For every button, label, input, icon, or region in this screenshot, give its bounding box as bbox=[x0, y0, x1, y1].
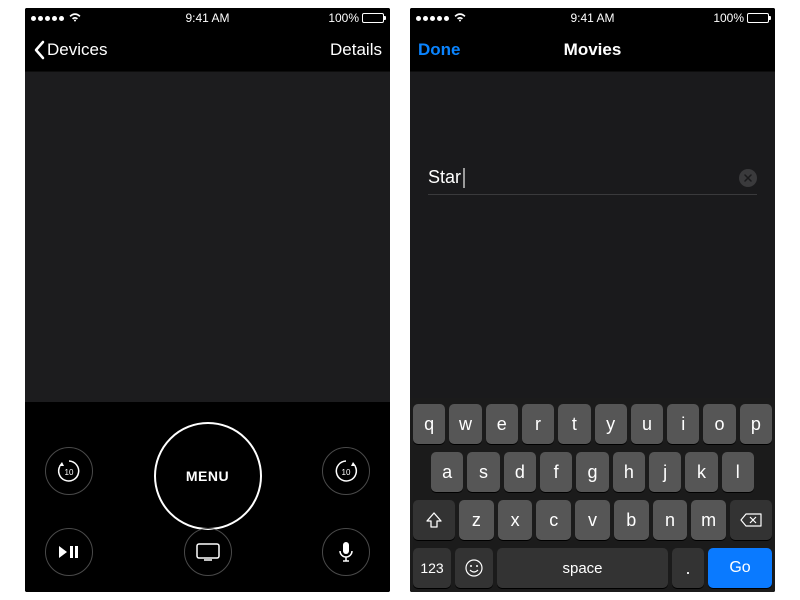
skip-back-icon: 10 bbox=[54, 456, 84, 486]
key-t[interactable]: t bbox=[558, 404, 590, 444]
key-u[interactable]: u bbox=[631, 404, 663, 444]
back-button[interactable]: Devices bbox=[33, 40, 107, 60]
battery-icon bbox=[747, 13, 769, 23]
key-l[interactable]: l bbox=[722, 452, 754, 492]
skip-forward-icon: 10 bbox=[331, 456, 361, 486]
numbers-key[interactable]: 123 bbox=[413, 548, 451, 588]
key-p[interactable]: p bbox=[740, 404, 772, 444]
battery-percent: 100% bbox=[713, 11, 744, 25]
emoji-key[interactable] bbox=[455, 548, 493, 588]
key-a[interactable]: a bbox=[431, 452, 463, 492]
menu-button[interactable]: MENU bbox=[154, 422, 262, 530]
key-z[interactable]: z bbox=[459, 500, 494, 540]
x-icon bbox=[744, 174, 752, 182]
play-pause-button[interactable] bbox=[45, 528, 93, 576]
key-n[interactable]: n bbox=[653, 500, 688, 540]
battery-percent: 100% bbox=[328, 11, 359, 25]
search-body: Star qwertyuiop asdfghjkl zxcvbnm 123 bbox=[410, 72, 775, 592]
signal-dots-icon bbox=[31, 16, 64, 21]
key-x[interactable]: x bbox=[498, 500, 533, 540]
svg-text:10: 10 bbox=[65, 468, 74, 477]
key-c[interactable]: c bbox=[536, 500, 571, 540]
play-pause-icon bbox=[58, 545, 80, 559]
keyboard: qwertyuiop asdfghjkl zxcvbnm 123 space .… bbox=[410, 398, 775, 592]
skip-back-10-button[interactable]: 10 bbox=[45, 447, 93, 495]
key-e[interactable]: e bbox=[486, 404, 518, 444]
key-r[interactable]: r bbox=[522, 404, 554, 444]
status-time: 9:41 AM bbox=[534, 11, 652, 25]
nav-title: Movies bbox=[534, 40, 650, 60]
key-w[interactable]: w bbox=[449, 404, 481, 444]
tv-icon bbox=[196, 543, 220, 561]
svg-text:10: 10 bbox=[342, 468, 351, 477]
signal-dots-icon bbox=[416, 16, 449, 21]
backspace-icon bbox=[740, 513, 762, 527]
remote-touch-surface[interactable] bbox=[25, 72, 390, 402]
nav-bar: Devices Details bbox=[25, 28, 390, 72]
go-key[interactable]: Go bbox=[708, 548, 772, 588]
phone-search-screen: 9:41 AM 100% Done Movies Star qwertyuiop… bbox=[410, 8, 775, 592]
search-value: Star bbox=[428, 167, 461, 188]
wifi-icon bbox=[453, 11, 467, 25]
done-button[interactable]: Done bbox=[418, 40, 461, 60]
key-v[interactable]: v bbox=[575, 500, 610, 540]
nav-bar: Done Movies bbox=[410, 28, 775, 72]
key-d[interactable]: d bbox=[504, 452, 536, 492]
key-b[interactable]: b bbox=[614, 500, 649, 540]
key-h[interactable]: h bbox=[613, 452, 645, 492]
key-y[interactable]: y bbox=[595, 404, 627, 444]
mic-icon bbox=[339, 541, 353, 563]
key-s[interactable]: s bbox=[467, 452, 499, 492]
keyboard-row-3: zxcvbnm bbox=[413, 500, 772, 540]
text-caret bbox=[463, 168, 465, 188]
chevron-left-icon bbox=[33, 40, 45, 60]
remote-controls: 10 MENU 10 bbox=[25, 402, 390, 592]
battery-icon bbox=[362, 13, 384, 23]
key-g[interactable]: g bbox=[576, 452, 608, 492]
key-f[interactable]: f bbox=[540, 452, 572, 492]
clear-input-button[interactable] bbox=[739, 169, 757, 187]
search-input[interactable]: Star bbox=[428, 167, 757, 195]
space-key[interactable]: space bbox=[497, 548, 668, 588]
status-bar: 9:41 AM 100% bbox=[410, 8, 775, 28]
shift-icon bbox=[425, 512, 443, 528]
keyboard-row-1: qwertyuiop bbox=[413, 404, 772, 444]
key-m[interactable]: m bbox=[691, 500, 726, 540]
wifi-icon bbox=[68, 11, 82, 25]
shift-key[interactable] bbox=[413, 500, 455, 540]
key-k[interactable]: k bbox=[685, 452, 717, 492]
key-o[interactable]: o bbox=[703, 404, 735, 444]
period-key[interactable]: . bbox=[672, 548, 704, 588]
details-button[interactable]: Details bbox=[330, 40, 382, 59]
siri-mic-button[interactable] bbox=[322, 528, 370, 576]
status-bar: 9:41 AM 100% bbox=[25, 8, 390, 28]
menu-label: MENU bbox=[186, 468, 229, 484]
phone-remote-screen: 9:41 AM 100% Devices Details 10 bbox=[25, 8, 390, 592]
status-time: 9:41 AM bbox=[149, 11, 267, 25]
backspace-key[interactable] bbox=[730, 500, 772, 540]
keyboard-row-2: asdfghjkl bbox=[413, 452, 772, 492]
home-tv-button[interactable] bbox=[184, 528, 232, 576]
skip-forward-10-button[interactable]: 10 bbox=[322, 447, 370, 495]
key-j[interactable]: j bbox=[649, 452, 681, 492]
key-i[interactable]: i bbox=[667, 404, 699, 444]
back-label: Devices bbox=[47, 40, 107, 60]
emoji-icon bbox=[464, 558, 484, 578]
keyboard-row-4: 123 space . Go bbox=[413, 548, 772, 588]
key-q[interactable]: q bbox=[413, 404, 445, 444]
